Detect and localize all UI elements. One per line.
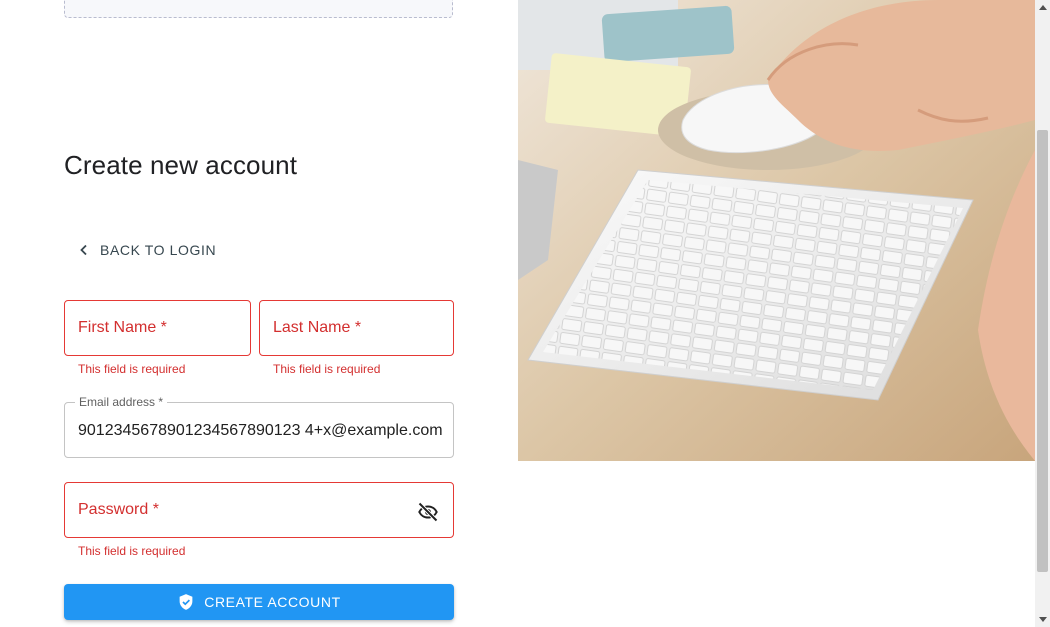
page-title: Create new account xyxy=(64,150,298,180)
page-scrollbar[interactable] xyxy=(1035,0,1050,627)
last-name-placeholder: Last Name * xyxy=(273,319,362,336)
email-label: Email address * xyxy=(75,395,168,409)
password-field[interactable]: Password * This field is required xyxy=(64,482,454,558)
hero-photo xyxy=(518,0,1035,461)
scroll-up-icon[interactable] xyxy=(1039,5,1047,10)
first-name-error: This field is required xyxy=(78,362,186,376)
create-account-button[interactable]: CREATE ACCOUNT xyxy=(64,584,454,620)
password-error: This field is required xyxy=(78,544,186,558)
create-account-label: CREATE ACCOUNT xyxy=(204,594,341,610)
back-to-login-button[interactable]: BACK TO LOGIN xyxy=(70,236,224,264)
chevron-left-icon xyxy=(80,244,87,256)
email-value: 9012345678901234567890123 4+x@example.co… xyxy=(78,422,443,439)
workspace-illustration xyxy=(518,0,1035,461)
back-to-login-label: BACK TO LOGIN xyxy=(100,242,217,258)
eye-off-icon[interactable] xyxy=(416,500,440,524)
first-name-field[interactable]: First Name * This field is required xyxy=(64,300,251,376)
last-name-field[interactable]: Last Name * This field is required xyxy=(259,300,454,376)
scroll-down-icon[interactable] xyxy=(1039,617,1047,622)
verified-shield-icon xyxy=(179,594,193,610)
password-placeholder: Password * xyxy=(78,501,159,518)
upload-drop-zone[interactable] xyxy=(64,0,453,18)
email-field[interactable]: Email address * 901234567890123456789012… xyxy=(64,395,454,458)
first-name-placeholder: First Name * xyxy=(78,319,167,336)
last-name-error: This field is required xyxy=(273,362,381,376)
scrollbar-thumb[interactable] xyxy=(1037,130,1048,572)
